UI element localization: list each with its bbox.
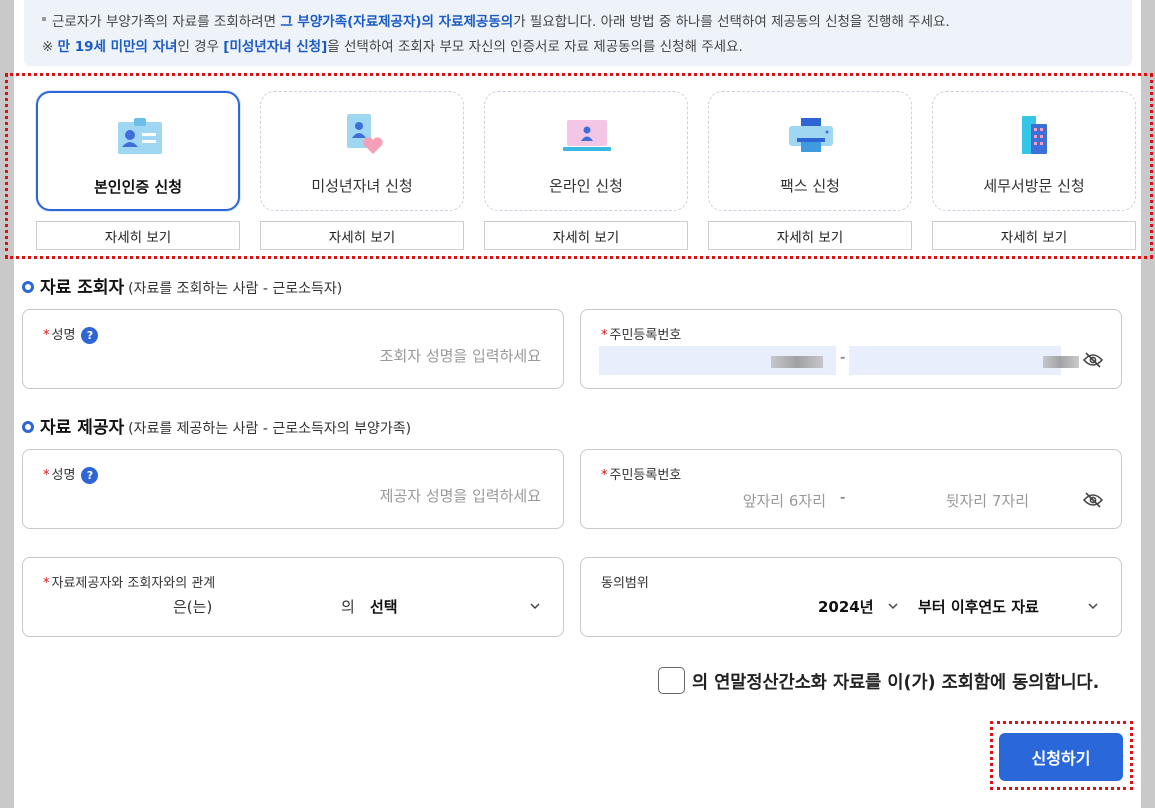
provider-section-title: 자료 제공자 (자료를 제공하는 사람 - 근로소득자의 부양가족) [22, 413, 411, 438]
minor-child-icon [347, 114, 383, 154]
section-subtitle: (자료를 제공하는 사람 - 근로소득자의 부양가족) [128, 421, 412, 437]
notice-box: 근로자가 부양가족의 자료를 조회하려면 그 부양가족(자료제공자)의 자료제공… [24, 0, 1132, 66]
bullet-icon [42, 17, 46, 21]
agreement-text: 의 연말정산간소화 자료를 이(가) 조회함에 동의합니다. [692, 673, 1100, 693]
section-title-text: 자료 조회자 [40, 278, 125, 298]
section-bullet-icon [22, 421, 34, 433]
relation-select[interactable]: 선택 [370, 596, 398, 617]
notice-text: 을 선택하여 조회자 부모 자신의 인증서로 자료 제공동의를 신청해 주세요. [327, 39, 743, 55]
field-label-text: 주민등록번호 [609, 468, 682, 483]
method-label: 팩스 신청 [780, 177, 840, 195]
consent-scope-field: 동의범위 2024년 부터 이후연도 자료 [580, 557, 1122, 637]
scope-select[interactable]: 부터 이후연도 자료 [918, 596, 1039, 617]
required-mark: * [43, 576, 50, 591]
requester-rrn-field: * 주민등록번호 - [580, 309, 1122, 389]
relation-label: * 자료제공자와 조회자와의 관계 [43, 572, 215, 591]
required-mark: * [601, 468, 608, 483]
field-label-text: 주민등록번호 [609, 328, 682, 343]
eye-off-icon[interactable] [1083, 492, 1103, 508]
fax-icon [789, 118, 833, 152]
help-icon[interactable]: ? [81, 327, 99, 344]
consent-scope-label: 동의범위 [601, 576, 649, 591]
masked-value [1043, 356, 1079, 368]
notice-highlight: [미성년자녀 신청] [223, 39, 328, 55]
section-subtitle: (자료를 조회하는 사람 - 근로소득자) [128, 281, 343, 297]
field-label-text: 성명 [51, 328, 76, 343]
field-label-text: 자료제공자와 조회자와의 관계 [51, 576, 216, 591]
notice-highlight: 그 부양가족(자료제공자)의 자료제공동의 [280, 14, 514, 30]
notice-text: ※ [42, 39, 58, 55]
detail-button-fax[interactable]: 자세히 보기 [708, 221, 912, 250]
notice-text: 인 경우 [177, 39, 224, 55]
method-label: 본인인증 신청 [93, 178, 183, 196]
method-label: 미성년자녀 신청 [311, 177, 413, 195]
chevron-down-icon[interactable] [530, 602, 540, 610]
requester-rrn-label: * 주민등록번호 [601, 324, 681, 343]
provider-name-label: * 성명? [43, 464, 99, 484]
provider-name-field: * 성명? [22, 449, 564, 529]
requester-name-label: * 성명? [43, 324, 99, 344]
notice-line-1: 근로자가 부양가족의 자료를 조회하려면 그 부양가족(자료제공자)의 자료제공… [42, 10, 1132, 35]
provider-rrn-field: *주민등록번호 - [580, 449, 1122, 529]
provider-rrn-front-input[interactable] [599, 486, 836, 515]
consent-page: 근로자가 부양가족의 자료를 조회하려면 그 부양가족(자료제공자)의 자료제공… [5, 0, 1153, 808]
method-card-minor-child[interactable]: 미성년자녀 신청 [260, 91, 464, 211]
method-selection-box: 본인인증 신청 미성년자녀 신청 온라인 신청 팩스 신청 세무서방문 신청 자… [5, 73, 1153, 259]
required-mark: * [43, 468, 50, 483]
year-select[interactable]: 2024년 [818, 596, 874, 617]
section-title-text: 자료 제공자 [40, 418, 125, 438]
submit-button[interactable]: 신청하기 [999, 733, 1123, 781]
required-mark: * [43, 328, 50, 343]
detail-button-minor-child[interactable]: 자세히 보기 [260, 221, 464, 250]
provider-name-input[interactable] [181, 487, 541, 505]
field-label-text: 성명 [51, 468, 76, 483]
rrn-dash: - [840, 348, 846, 366]
detail-button-self-auth[interactable]: 자세히 보기 [36, 221, 240, 250]
chevron-down-icon[interactable] [888, 602, 898, 610]
provider-rrn-back-input[interactable] [849, 486, 1061, 515]
requester-section-title: 자료 조회자 (자료를 조회하는 사람 - 근로소득자) [22, 273, 342, 298]
requester-name-input[interactable] [181, 347, 541, 365]
notice-line-2: ※ 만 19세 미만의 자녀인 경우 [미성년자녀 신청]을 선택하여 조회자 … [42, 35, 1132, 60]
chevron-down-icon[interactable] [1088, 602, 1098, 610]
relation-text-of: 의 [341, 598, 355, 616]
agreement-checkbox[interactable] [658, 667, 685, 694]
relation-field: * 자료제공자와 조회자와의 관계 은(는) 의 선택 [22, 557, 564, 637]
laptop-icon [563, 120, 611, 151]
rrn-dash: - [840, 488, 846, 506]
method-card-self-auth[interactable]: 본인인증 신청 [36, 91, 240, 211]
relation-text-subject: 은(는) [173, 598, 213, 616]
eye-off-icon[interactable] [1083, 352, 1103, 368]
notice-text: 가 필요합니다. 아래 방법 중 하나를 선택하여 제공동의 신청을 진행해 주… [513, 14, 950, 30]
method-card-tax-office[interactable]: 세무서방문 신청 [932, 91, 1136, 211]
submit-highlight-box: 신청하기 [990, 721, 1133, 790]
help-icon[interactable]: ? [81, 467, 99, 484]
detail-button-tax-office[interactable]: 자세히 보기 [932, 221, 1136, 250]
building-icon [1022, 116, 1047, 154]
method-card-fax[interactable]: 팩스 신청 [708, 91, 912, 211]
detail-button-online[interactable]: 자세히 보기 [484, 221, 688, 250]
masked-value [771, 356, 823, 368]
agreement-row: 의 연말정산간소화 자료를 이(가) 조회함에 동의합니다. [658, 667, 1138, 697]
method-label: 온라인 신청 [549, 177, 623, 195]
required-mark: * [601, 328, 608, 343]
provider-rrn-label: * 주민등록번호 [601, 464, 681, 483]
notice-highlight: 만 19세 미만의 자녀 [57, 39, 178, 55]
requester-name-field: * 성명? [22, 309, 564, 389]
method-card-online[interactable]: 온라인 신청 [484, 91, 688, 211]
id-card-icon [118, 118, 162, 154]
requester-rrn-back-input[interactable] [849, 346, 1061, 375]
section-bullet-icon [22, 281, 34, 293]
notice-text: 근로자가 부양가족의 자료를 조회하려면 [52, 14, 281, 30]
method-label: 세무서방문 신청 [983, 177, 1085, 195]
